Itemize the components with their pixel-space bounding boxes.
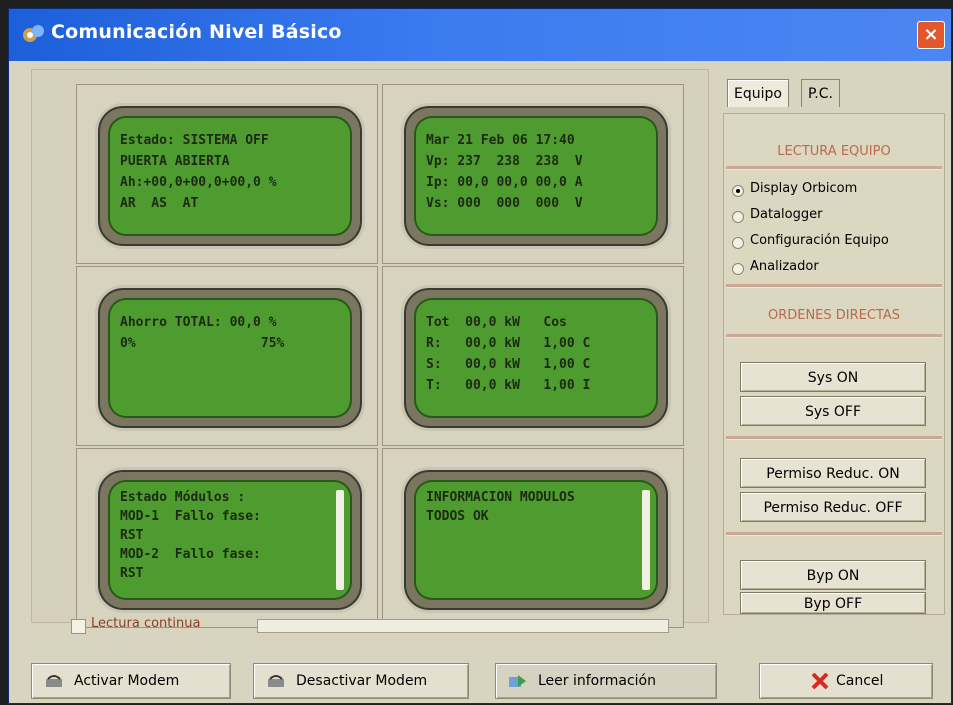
lcd-line: T: 00,0 kW 1,00 I bbox=[426, 378, 591, 393]
progress-field bbox=[257, 619, 669, 633]
dialog-window: Comunicación Nivel Básico × Estado: SIST… bbox=[8, 8, 952, 704]
lcd-line: S: 00,0 kW 1,00 C bbox=[426, 357, 591, 372]
lcd-line: PUERTA ABIERTA bbox=[120, 154, 230, 169]
lcd-display-modulos[interactable]: Estado Módulos : MOD-1 Fallo fase: RST M… bbox=[108, 480, 352, 600]
lcd-display-potencia: Tot 00,0 kW Cos R: 00,0 kW 1,00 C S: 00,… bbox=[414, 298, 658, 418]
window-title: Comunicación Nivel Básico bbox=[51, 21, 342, 43]
ordenes-directas-title: ORDENES DIRECTAS bbox=[767, 308, 901, 323]
byp-on-button[interactable]: Byp ON bbox=[740, 560, 926, 590]
display-cell-voltages: Mar 21 Feb 06 17:40 Vp: 237 238 238 V Ip… bbox=[382, 84, 684, 264]
lcd-display-voltages: Mar 21 Feb 06 17:40 Vp: 237 238 238 V Ip… bbox=[414, 116, 658, 236]
app-icon bbox=[23, 25, 44, 42]
display-cell-modulos: Estado Módulos : MOD-1 Fallo fase: RST M… bbox=[76, 448, 378, 628]
sys-on-button[interactable]: Sys ON bbox=[740, 362, 926, 392]
display-cell-potencia: Tot 00,0 kW Cos R: 00,0 kW 1,00 C S: 00,… bbox=[382, 266, 684, 446]
button-label: Desactivar Modem bbox=[296, 673, 428, 689]
activar-modem-button[interactable]: Activar Modem bbox=[31, 663, 231, 699]
permiso-reduc-on-button[interactable]: Permiso Reduc. ON bbox=[740, 458, 926, 488]
lcd-line: INFORMACION MODULOS bbox=[426, 490, 575, 505]
button-label: Cancel bbox=[836, 673, 884, 689]
lcd-line: Mar 21 Feb 06 17:40 bbox=[426, 133, 575, 148]
lcd-line: Tot 00,0 kW Cos bbox=[426, 315, 567, 330]
divider bbox=[726, 532, 942, 536]
display-cell-info-modulos: INFORMACION MODULOS TODOS OK bbox=[382, 448, 684, 628]
lcd-bezel: Mar 21 Feb 06 17:40 Vp: 237 238 238 V Ip… bbox=[401, 103, 671, 249]
displays-panel: Estado: SISTEMA OFF PUERTA ABIERTA Ah:+0… bbox=[31, 69, 709, 628]
tab-equipo[interactable]: Equipo bbox=[727, 79, 789, 107]
divider bbox=[726, 166, 942, 170]
scrollbar[interactable] bbox=[642, 490, 650, 590]
radio-label: Datalogger bbox=[750, 207, 823, 222]
lcd-display-estado: Estado: SISTEMA OFF PUERTA ABIERTA Ah:+0… bbox=[108, 116, 352, 236]
close-icon: × bbox=[923, 24, 939, 45]
divider bbox=[726, 284, 942, 288]
lcd-line: MOD-1 Fallo fase: bbox=[120, 509, 261, 524]
lcd-display-ahorro: Ahorro TOTAL: 00,0 % 0% 75% bbox=[108, 298, 352, 418]
button-label: Leer información bbox=[538, 673, 656, 689]
lcd-bezel: Estado: SISTEMA OFF PUERTA ABIERTA Ah:+0… bbox=[95, 103, 365, 249]
lcd-line: Ah:+00,0+00,0+00,0 % bbox=[120, 175, 277, 190]
button-label: Activar Modem bbox=[74, 673, 180, 689]
lcd-display-info-modulos[interactable]: INFORMACION MODULOS TODOS OK bbox=[414, 480, 658, 600]
lcd-line: Ahorro TOTAL: 00,0 % bbox=[120, 315, 277, 330]
radio-button-icon bbox=[732, 263, 744, 275]
lcd-line: MOD-2 Fallo fase: bbox=[120, 547, 261, 562]
display-cell-estado: Estado: SISTEMA OFF PUERTA ABIERTA Ah:+0… bbox=[76, 84, 378, 264]
lcd-line: 0% 75% bbox=[120, 336, 285, 351]
radio-label: Display Orbicom bbox=[750, 181, 858, 196]
lcd-line: Vs: 000 000 000 V bbox=[426, 196, 583, 211]
lcd-bezel: Tot 00,0 kW Cos R: 00,0 kW 1,00 C S: 00,… bbox=[401, 285, 671, 431]
close-button[interactable]: × bbox=[917, 21, 945, 49]
lcd-line: Estado: SISTEMA OFF bbox=[120, 133, 269, 148]
modem-icon bbox=[46, 675, 62, 687]
lcd-bezel: Ahorro TOTAL: 00,0 % 0% 75% bbox=[95, 285, 365, 431]
lcd-line: Vp: 237 238 238 V bbox=[426, 154, 583, 169]
tab-pc[interactable]: P.C. bbox=[801, 79, 840, 107]
sys-off-button[interactable]: Sys OFF bbox=[740, 396, 926, 426]
lcd-line: Ip: 00,0 00,0 00,0 A bbox=[426, 175, 583, 190]
leer-informacion-button[interactable]: Leer información bbox=[495, 663, 717, 699]
lectura-equipo-title: LECTURA EQUIPO bbox=[777, 144, 891, 159]
cancel-button[interactable]: Cancel bbox=[759, 663, 933, 699]
lcd-line: AR AS AT bbox=[120, 196, 199, 211]
radio-label: Analizador bbox=[750, 259, 819, 274]
byp-off-button[interactable]: Byp OFF bbox=[740, 592, 926, 614]
x-cancel-icon bbox=[811, 673, 829, 689]
desactivar-modem-button[interactable]: Desactivar Modem bbox=[253, 663, 469, 699]
radio-button-icon bbox=[732, 237, 744, 249]
lcd-line: RST bbox=[120, 566, 144, 581]
modem-icon bbox=[268, 675, 284, 687]
lcd-line: R: 00,0 kW 1,00 C bbox=[426, 336, 591, 351]
display-cell-ahorro: Ahorro TOTAL: 00,0 % 0% 75% bbox=[76, 266, 378, 446]
lcd-line: Estado Módulos : bbox=[120, 490, 246, 505]
bottom-button-bar: Activar Modem Desactivar Modem Leer info… bbox=[17, 659, 953, 705]
lcd-bezel: INFORMACION MODULOS TODOS OK bbox=[401, 467, 671, 613]
permiso-reduc-off-button[interactable]: Permiso Reduc. OFF bbox=[740, 492, 926, 522]
lcd-line: RST bbox=[120, 528, 144, 543]
scrollbar[interactable] bbox=[336, 490, 344, 590]
radio-label: Configuración Equipo bbox=[750, 233, 889, 248]
radio-button-icon bbox=[732, 211, 744, 223]
lcd-bezel: Estado Módulos : MOD-1 Fallo fase: RST M… bbox=[95, 467, 365, 613]
title-bar[interactable]: Comunicación Nivel Básico × bbox=[9, 9, 951, 61]
divider bbox=[726, 334, 942, 338]
divider bbox=[726, 436, 942, 440]
lectura-continua-checkbox[interactable] bbox=[71, 619, 86, 634]
read-icon bbox=[509, 675, 526, 687]
lectura-continua-label[interactable]: Lectura continua bbox=[91, 616, 200, 631]
radio-button-icon bbox=[732, 185, 744, 197]
side-panel: LECTURA EQUIPO Display Orbicom Datalogge… bbox=[723, 113, 945, 615]
lcd-line: TODOS OK bbox=[426, 509, 489, 524]
